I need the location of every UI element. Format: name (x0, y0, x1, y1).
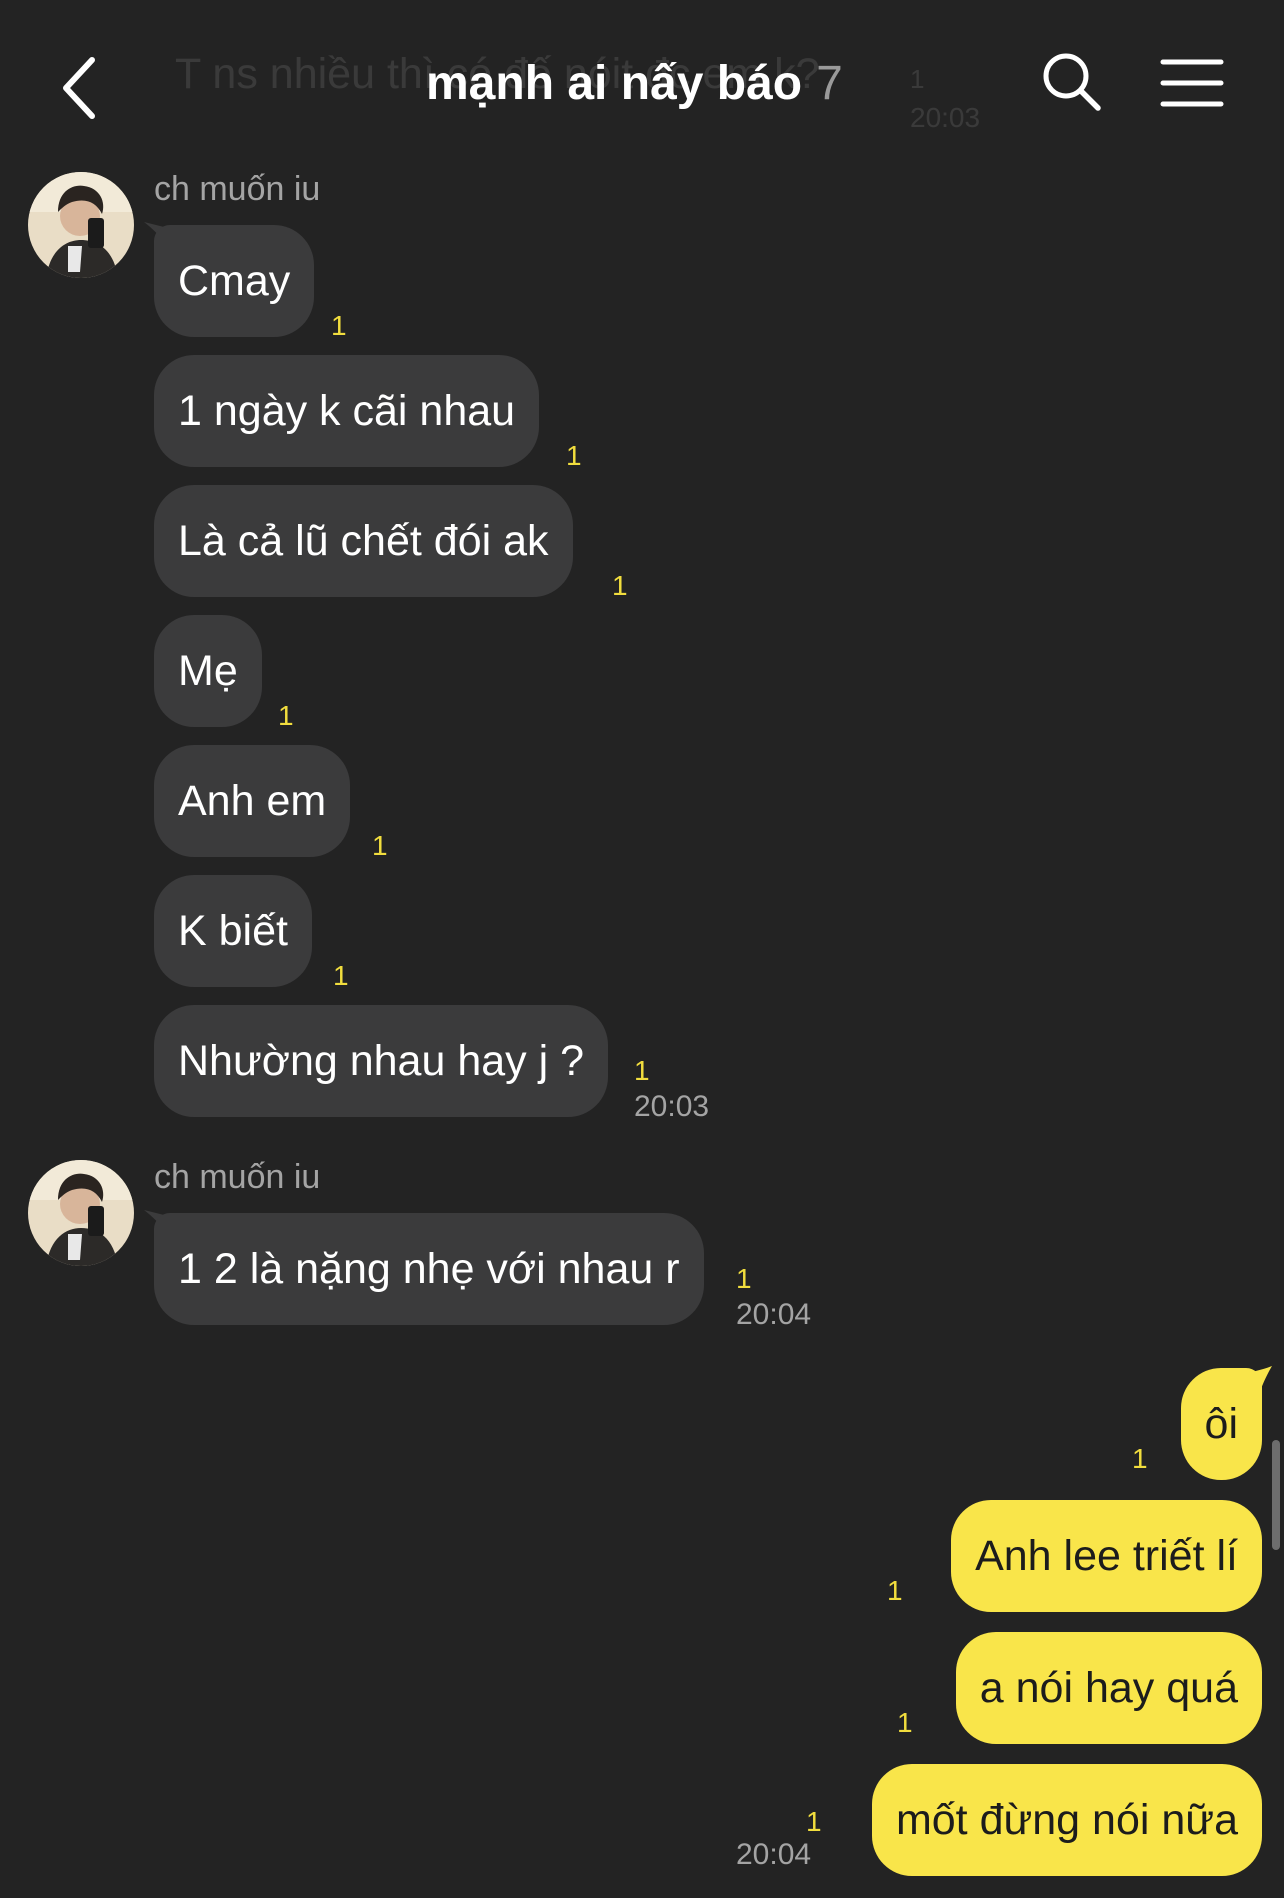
chevron-left-icon (63, 57, 95, 119)
unread-count: 1 (278, 700, 294, 731)
back-button[interactable] (50, 48, 120, 128)
sender-name: ch muốn iu (154, 170, 321, 208)
message-bubble[interactable]: Là cả lũ chết đói ak (154, 485, 573, 597)
unread-count: 1 (612, 570, 628, 601)
ghost-unread-count: 1 (910, 64, 925, 94)
avatar[interactable] (28, 1160, 134, 1266)
unread-count: 1 (566, 440, 582, 471)
unread-count: 1 (736, 1263, 752, 1294)
menu-button[interactable] (1160, 56, 1224, 110)
message-bubble[interactable]: 1 ngày k cãi nhau (154, 355, 540, 467)
profile-photo-icon (28, 172, 134, 278)
unread-count: 1 (1132, 1443, 1148, 1474)
message-timestamp: 20:04 (736, 1838, 812, 1871)
message-bubble[interactable]: Anh em (154, 745, 351, 857)
my-message-bubble[interactable]: ôi (1180, 1368, 1262, 1480)
message-bubble[interactable]: Mẹ (154, 615, 262, 727)
member-count: 7 (816, 57, 843, 110)
message-bubble[interactable]: Cmay (154, 225, 315, 337)
chat-name: mạnh ai nấy báo (426, 57, 803, 110)
unread-count: 1 (887, 1575, 903, 1606)
scrollbar[interactable] (1272, 1440, 1280, 1550)
my-message-bubble[interactable]: a nói hay quá (955, 1632, 1262, 1744)
search-icon (1043, 53, 1101, 111)
message-bubble[interactable]: Nhường nhau hay j ? (154, 1005, 609, 1117)
my-message-bubble[interactable]: Anh lee triết lí (951, 1500, 1262, 1612)
message-bubble[interactable]: K biết (154, 875, 312, 987)
unread-count: 1 (897, 1707, 913, 1738)
message-bubble[interactable]: 1 2 là nặng nhẹ với nhau r (154, 1213, 704, 1325)
sender-name: ch muốn iu (154, 1158, 321, 1196)
unread-count: 1 (331, 310, 347, 341)
profile-photo-icon (28, 1160, 134, 1266)
unread-count: 1 (372, 830, 388, 861)
unread-count: 1 (806, 1806, 822, 1837)
unread-count: 1 (634, 1055, 650, 1086)
my-message-bubble[interactable]: mốt đừng nói nữa (871, 1764, 1262, 1876)
message-timestamp: 20:03 (634, 1090, 710, 1123)
hamburger-menu-icon (1160, 59, 1224, 107)
chat-header: T ns nhiều thì có đế nóit đc em k? 1 20:… (0, 0, 1284, 160)
avatar[interactable] (28, 172, 134, 278)
ghost-timestamp: 20:03 (910, 102, 981, 133)
search-button[interactable] (1040, 50, 1104, 114)
chat-title[interactable]: mạnh ai nấy báo 7 (426, 56, 843, 111)
message-timestamp: 20:04 (736, 1298, 812, 1331)
unread-count: 1 (333, 960, 349, 991)
